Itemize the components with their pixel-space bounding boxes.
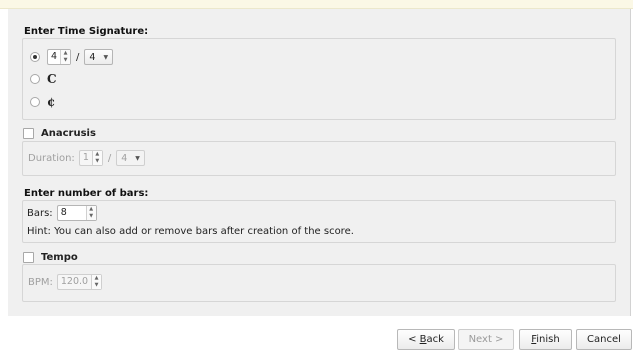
time-separator: / [76,51,80,63]
tempo-checkbox[interactable] [23,252,34,263]
common-time-row: C [30,72,57,86]
anacrusis-numerator-value: 1 [82,152,89,163]
bars-hint: Hint: You can also add or remove bars af… [27,226,354,237]
tempo-title: Tempo [41,252,78,263]
spin-arrows[interactable]: ▲ ▼ [85,206,96,220]
anacrusis-header: Anacrusis [23,128,96,139]
bars-value: 8 [60,207,67,218]
spin-up-icon[interactable]: ▲ [61,50,70,57]
custom-time-radio[interactable] [30,52,40,62]
tempo-header: Tempo [23,252,78,263]
anacrusis-denominator-value: 4 [121,152,128,164]
spin-down-icon[interactable]: ▼ [93,158,102,165]
back-prefix: < [408,334,420,345]
spin-arrows[interactable]: ▲ ▼ [91,275,102,289]
tempo-row: BPM: 120.0 ▲ ▼ [28,274,103,290]
finish-label-rest: inish [536,334,560,345]
wizard-button-bar: < Back Next > Finish Cancel [0,316,633,350]
spin-up-icon[interactable]: ▲ [93,151,102,158]
anacrusis-title: Anacrusis [41,128,96,139]
spin-arrows[interactable]: ▲ ▼ [60,50,71,64]
anacrusis-numerator-spinbox[interactable]: 1 ▲ ▼ [78,150,103,166]
cut-time-row: ¢ [30,95,55,109]
time-numerator-spinbox[interactable]: 4 ▲ ▼ [47,49,72,65]
bpm-value: 120.0 [60,276,89,287]
back-mnemonic: B [419,334,427,345]
cut-time-radio[interactable] [30,97,40,107]
time-denominator-value: 4 [89,51,96,63]
tempo-group [22,264,616,302]
bars-label: Bars: [27,207,53,219]
cut-time-symbol: ¢ [47,95,56,109]
anacrusis-denominator-combo[interactable]: 4 ▼ [116,150,145,166]
spin-down-icon[interactable]: ▼ [87,213,96,220]
bars-row: Bars: 8 ▲ ▼ [27,205,97,221]
spin-down-icon[interactable]: ▼ [92,282,101,289]
spin-arrows[interactable]: ▲ ▼ [91,151,102,165]
bpm-spinbox[interactable]: 120.0 ▲ ▼ [56,274,103,290]
bars-spinbox[interactable]: 8 ▲ ▼ [56,205,97,221]
spin-up-icon[interactable]: ▲ [92,275,101,282]
duration-label: Duration: [28,152,75,164]
bpm-label: BPM: [28,276,53,288]
anacrusis-checkbox[interactable] [23,128,34,139]
bars-title: Enter number of bars: [24,188,149,199]
common-time-symbol: C [47,72,57,86]
anacrusis-separator: / [107,152,112,164]
chevron-down-icon: ▼ [103,53,109,61]
top-strip [0,0,633,9]
anacrusis-duration-row: Duration: 1 ▲ ▼ / 4 ▼ [28,150,145,166]
spin-up-icon[interactable]: ▲ [87,206,96,213]
common-time-radio[interactable] [30,74,40,84]
time-signature-title: Enter Time Signature: [24,26,149,37]
chevron-down-icon: ▼ [135,154,140,162]
spin-down-icon[interactable]: ▼ [61,57,70,64]
wizard-page: Enter Time Signature: 4 ▲ ▼ / 4 ▼ C ¢ Ana… [8,9,631,316]
back-label-rest: ack [426,334,444,345]
time-numerator-value: 4 [51,51,58,62]
time-signature-custom-row: 4 ▲ ▼ / 4 ▼ [30,49,114,65]
time-denominator-combo[interactable]: 4 ▼ [84,49,114,65]
